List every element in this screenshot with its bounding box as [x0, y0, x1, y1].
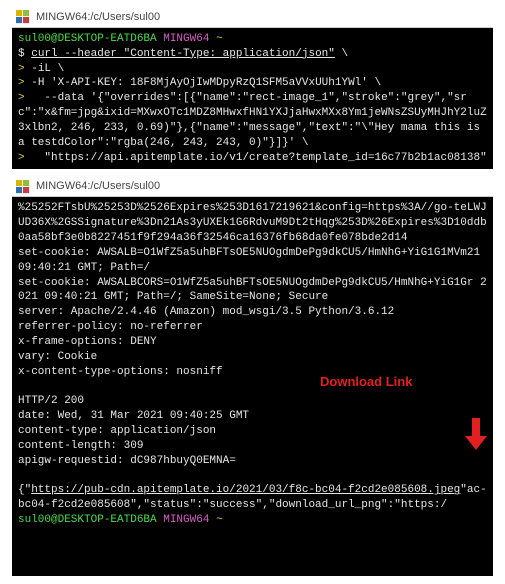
- resp-line-6: x-frame-options: DENY: [18, 336, 157, 348]
- resp-clen: content-length: 309: [18, 440, 143, 452]
- prompt-env-1: MINGW64: [163, 33, 209, 45]
- terminal-content-2[interactable]: %25252FTsbU%25253D%2526Expires%253D16172…: [12, 197, 493, 576]
- window-title-2: MINGW64:/c/Users/sul00: [36, 179, 160, 194]
- prompt-path-2: ~: [216, 514, 223, 526]
- gt-3: >: [18, 92, 25, 104]
- gt-1: >: [18, 63, 25, 75]
- resp-date: date: Wed, 31 Mar 2021 09:40:25 GMT: [18, 410, 249, 422]
- window-title-1: MINGW64:/c/Users/sul00: [36, 10, 160, 25]
- download-arrow-icon: [364, 390, 487, 486]
- curl-cmd-line1: curl --header "Content-Type: application…: [31, 48, 335, 60]
- terminal-content-1[interactable]: sul00@DESKTOP-EATD6BA MINGW64 ~ $ curl -…: [12, 28, 493, 170]
- curl-data: --data '{"overrides":[{"name":"rect-imag…: [18, 92, 487, 149]
- resp-ctype: content-type: application/json: [18, 425, 216, 437]
- gt-4: >: [18, 152, 25, 164]
- curl-h: -H 'X-API-KEY: 18F8MjAyOjIwMDpyRzQ1SFM5a…: [31, 77, 381, 89]
- mingw-icon: [16, 10, 30, 24]
- prompt-dollar: $: [18, 48, 25, 60]
- title-bar-2: MINGW64:/c/Users/sul00: [12, 177, 493, 197]
- prompt-user-2: sul00@DESKTOP-EATD6BA: [18, 514, 157, 526]
- terminal-window-1: MINGW64:/c/Users/sul00 sul00@DESKTOP-EAT…: [12, 8, 493, 169]
- resp-apigw: apigw-requestid: dC987hbuyQ0EMNA=: [18, 455, 236, 467]
- resp-line-5: referrer-policy: no-referrer: [18, 321, 203, 333]
- title-bar-1: MINGW64:/c/Users/sul00: [12, 8, 493, 28]
- resp-line-3: set-cookie: AWSALBCORS=O1WfZ5a5uhBFTsOE5…: [18, 277, 487, 304]
- download-link-label: Download Link: [320, 373, 412, 391]
- line-cont-1: \: [341, 48, 348, 60]
- json-open: {": [18, 484, 31, 496]
- resp-line-7: vary: Cookie: [18, 351, 97, 363]
- http-status: HTTP/2 200: [18, 395, 84, 407]
- resp-line-8: x-content-type-options: nosniff: [18, 366, 223, 378]
- gt-2: >: [18, 77, 25, 89]
- terminal-window-2: MINGW64:/c/Users/sul00 %25252FTsbU%25253…: [12, 177, 493, 576]
- resp-line-1: %25252FTsbU%25253D%2526Expires%253D16172…: [18, 202, 487, 244]
- curl-url: "https://api.apitemplate.io/v1/create?te…: [25, 152, 487, 164]
- curl-il: -iL \: [31, 63, 64, 75]
- mingw-icon-2: [16, 180, 30, 194]
- resp-line-4: server: Apache/2.4.46 (Amazon) mod_wsgi/…: [18, 306, 394, 318]
- prompt-env-2: MINGW64: [163, 514, 209, 526]
- prompt-user-1: sul00@DESKTOP-EATD6BA: [18, 33, 157, 45]
- resp-line-2: set-cookie: AWSALB=O1WfZ5a5uhBFTsOE5NUOg…: [18, 247, 487, 274]
- prompt-path-1: ~: [216, 33, 223, 45]
